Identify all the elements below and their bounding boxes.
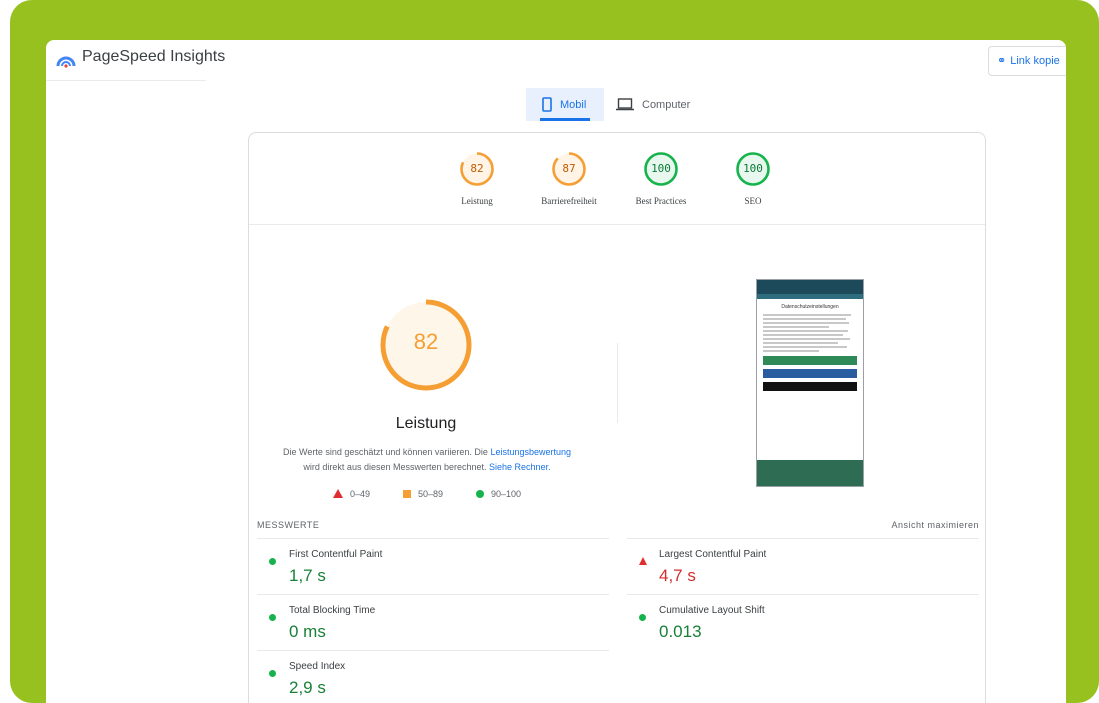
circle-icon	[269, 670, 276, 677]
metric-value: 0.013	[659, 622, 702, 641]
metric-first-contentful-paint: First Contentful Paint 1,7 s	[257, 538, 609, 594]
metric-value: 0 ms	[289, 622, 326, 641]
metric-name: Total Blocking Time	[289, 605, 376, 616]
preview-subheader	[757, 294, 863, 299]
top-bar: PageSpeed Insights ⚭ Link kopie	[46, 40, 1066, 80]
performance-description: Die Werte sind geschätzt und können vari…	[271, 445, 583, 475]
preview-text	[763, 314, 857, 352]
metric-value: 4,7 s	[659, 566, 696, 585]
legend-average: 50–89	[403, 489, 443, 499]
gauge-label: SEO	[744, 196, 762, 206]
metric-total-blocking-time: Total Blocking Time 0 ms	[257, 594, 609, 650]
tab-mobil[interactable]: Mobil	[526, 88, 604, 121]
metric-cumulative-layout-shift: Cumulative Layout Shift 0.013	[627, 594, 979, 650]
smartphone-icon	[542, 97, 552, 112]
metrics-title: MESSWERTE	[257, 520, 320, 530]
metric-value: 1,7 s	[289, 566, 326, 585]
circle-icon	[269, 614, 276, 621]
triangle-icon	[639, 557, 647, 565]
copy-link-button[interactable]: ⚭ Link kopie	[988, 46, 1066, 76]
metric-name: Cumulative Layout Shift	[659, 605, 765, 616]
browser-window: PageSpeed Insights ⚭ Link kopie Mobil Com…	[46, 40, 1066, 703]
gauge-score: 82	[470, 162, 484, 175]
preview-settings-button	[763, 382, 857, 391]
expand-view-toggle[interactable]: Ansicht maximieren	[891, 520, 979, 530]
metric-indicator	[269, 663, 276, 681]
page-screenshot-preview: Datenschutzeinstellungen	[756, 279, 864, 487]
gauge-score: 100	[651, 162, 671, 175]
description-text-1: Die Werte sind geschätzt und können vari…	[282, 447, 488, 457]
tab-computer[interactable]: Computer	[616, 88, 716, 121]
gauge-barrierefreiheit[interactable]: 87 Barrierefreiheit	[524, 151, 614, 206]
metric-name: First Contentful Paint	[289, 549, 383, 560]
performance-score: 82	[413, 329, 439, 354]
tab-computer-label: Computer	[642, 98, 691, 111]
gauge-label: Barrierefreiheit	[541, 196, 597, 206]
metric-largest-contentful-paint: Largest Contentful Paint 4,7 s	[627, 538, 979, 594]
laptop-icon	[616, 98, 634, 111]
link-icon: ⚭	[997, 55, 1007, 67]
legend-range: 50–89	[418, 489, 444, 499]
circle-icon	[269, 558, 276, 565]
preview-header	[757, 280, 863, 294]
gauge-label: Best Practices	[635, 196, 687, 206]
performance-label: Leistung	[395, 415, 457, 432]
report-card: 82 Leistung 87 Barrierefreiheit 100 Best…	[248, 132, 986, 703]
circle-icon	[476, 490, 484, 498]
legend-range: 90–100	[491, 489, 522, 499]
square-icon	[403, 490, 411, 498]
metric-name: Largest Contentful Paint	[659, 549, 767, 560]
preview-footer-image	[757, 460, 863, 486]
legend-poor: 0–49	[333, 489, 370, 499]
rechner-link[interactable]: Siehe Rechner.	[489, 462, 551, 472]
metrics-header: MESSWERTE Ansicht maximieren	[257, 520, 979, 536]
tab-mobil-label: Mobil	[560, 98, 587, 111]
legend-good: 90–100	[476, 489, 521, 499]
app-title: PageSpeed Insights	[82, 48, 226, 65]
description-text-2: wird direkt aus diesen Messwerten berech…	[303, 462, 487, 472]
metric-value: 2,9 s	[289, 678, 326, 697]
gauge-label: Leistung	[461, 196, 493, 206]
metric-indicator	[269, 551, 276, 569]
metric-indicator	[269, 607, 276, 625]
active-tab-indicator	[540, 118, 590, 121]
gauge-score: 100	[743, 162, 763, 175]
section-divider	[617, 343, 618, 423]
leistungsbewertung-link[interactable]: Leistungsbewertung	[490, 447, 571, 457]
gauge-best-practices[interactable]: 100 Best Practices	[616, 151, 706, 206]
triangle-icon	[333, 489, 343, 498]
circle-icon	[639, 614, 646, 621]
pagespeed-logo-icon	[56, 56, 76, 68]
gauge-score: 87	[562, 162, 576, 175]
preview-title: Datenschutzeinstellungen	[781, 304, 839, 310]
copy-link-label: Link kopie	[1010, 55, 1060, 67]
gauge-seo[interactable]: 100 SEO	[708, 151, 798, 206]
gauge-leistung[interactable]: 82 Leistung	[432, 151, 522, 206]
preview-save-button	[763, 369, 857, 378]
legend-range: 0–49	[350, 489, 371, 499]
preview-accept-button	[763, 356, 857, 365]
metric-indicator	[639, 551, 647, 569]
category-gauges: 82 Leistung 87 Barrierefreiheit 100 Best…	[249, 133, 985, 225]
top-divider	[46, 80, 206, 81]
metric-name: Speed Index	[289, 661, 346, 672]
metric-speed-index: Speed Index 2,9 s	[257, 650, 609, 703]
metric-indicator	[639, 607, 646, 625]
